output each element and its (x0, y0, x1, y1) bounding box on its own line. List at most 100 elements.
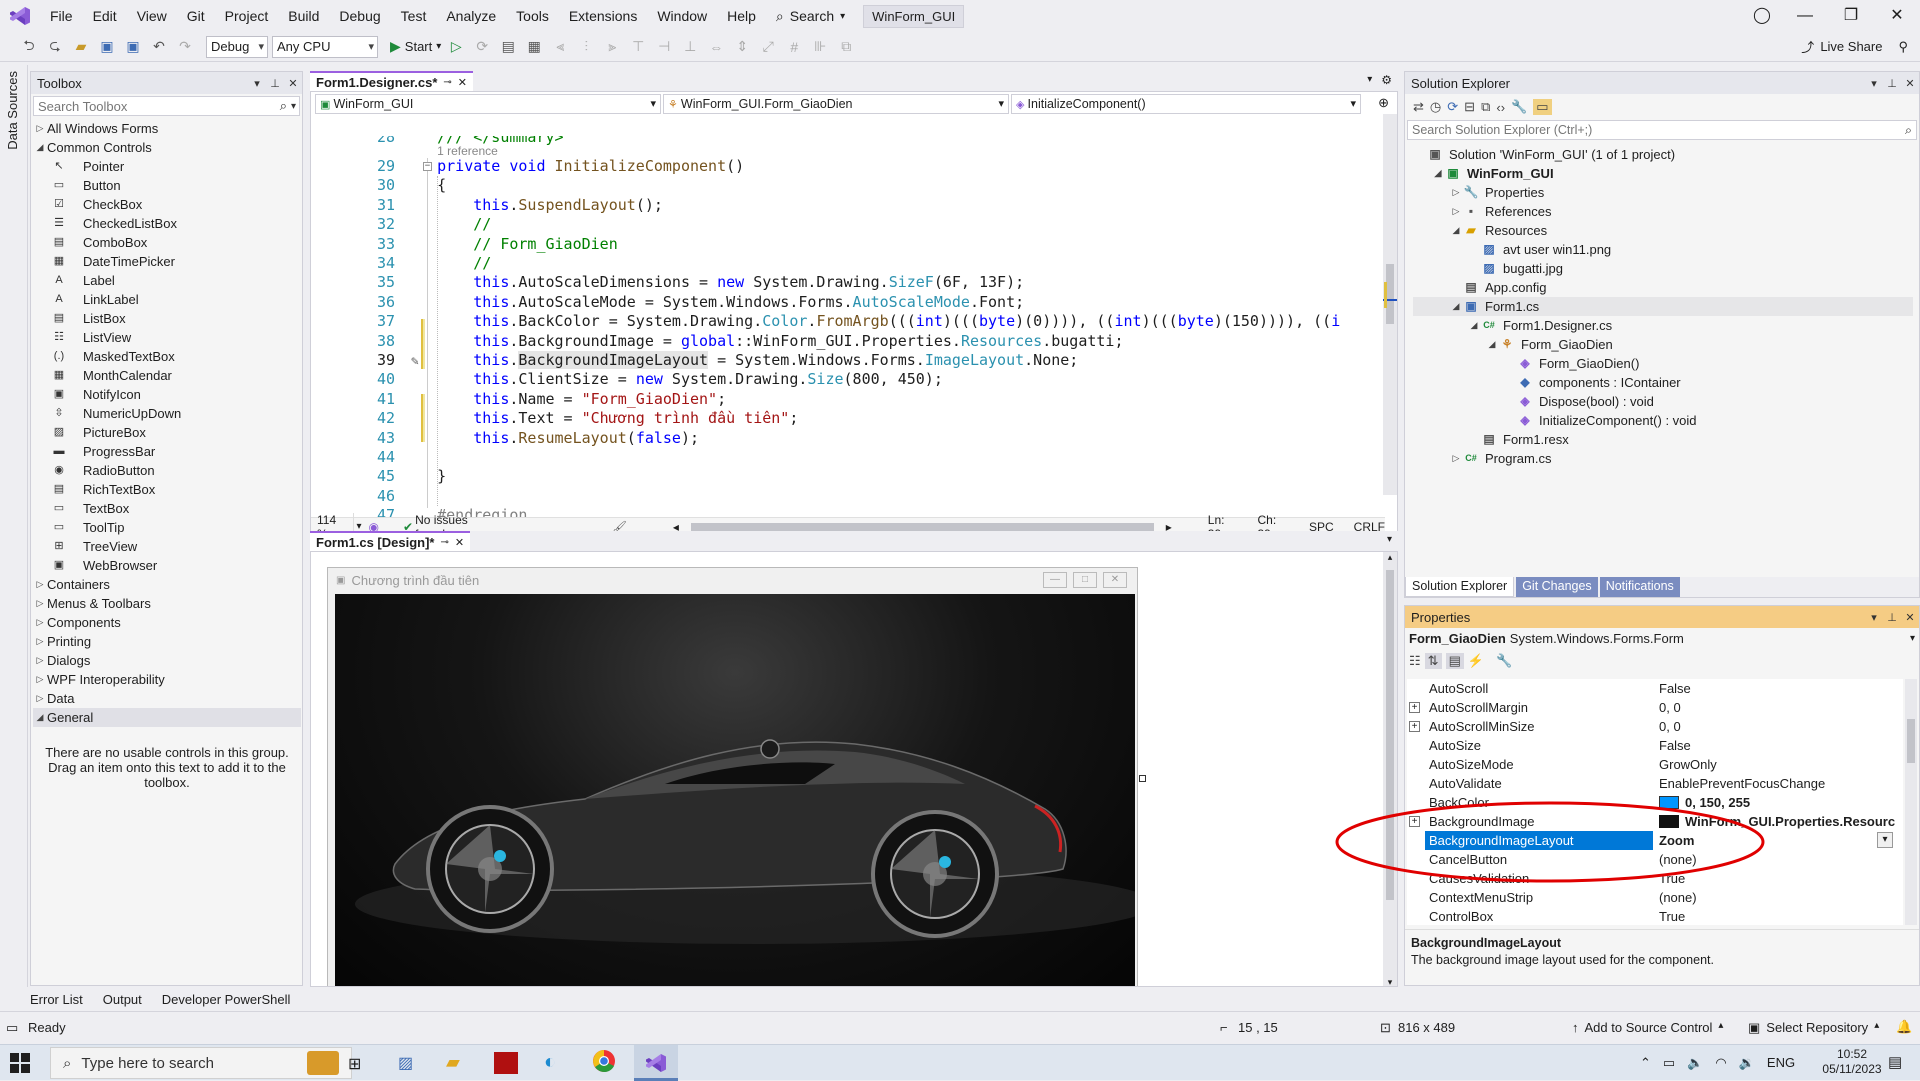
toolbox-search-input[interactable]: Search Toolbox ⌕ ▾ (33, 96, 300, 116)
task-view-icon[interactable]: ⊞ (348, 1054, 361, 1074)
edge-browser-icon[interactable]: ◐ (544, 1051, 556, 1074)
property-value[interactable]: EnablePreventFocusChange (1655, 774, 1895, 793)
toolbox-group[interactable]: ▷ Menus & Toolbars (33, 594, 301, 613)
menu-item[interactable]: Git (177, 0, 215, 32)
toolbox-icon[interactable]: ▤ (497, 36, 519, 58)
code-editor[interactable]: ▣ WinForm_GUI ⚘ WinForm_GUI.Form_GiaoDie… (310, 91, 1398, 541)
panel-tab[interactable]: Notifications (1599, 577, 1680, 597)
restore-button[interactable]: ❐ (1828, 0, 1874, 32)
sync-icon[interactable]: ⟳ (1447, 99, 1458, 115)
windows-start-icon[interactable] (10, 1053, 30, 1073)
property-value[interactable]: (none) (1655, 888, 1895, 907)
property-row[interactable]: AutoSize False (1407, 736, 1901, 755)
start-button[interactable]: ▶ Start ▾ (390, 38, 441, 55)
close-button[interactable]: ✕ (1874, 0, 1920, 32)
start-without-debugging-icon[interactable]: ▷ (445, 36, 467, 58)
expand-icon[interactable]: ◢ (1485, 335, 1499, 354)
quick-action-icon[interactable]: ✎ (411, 354, 419, 369)
save-all-icon[interactable]: ▣ (122, 36, 144, 58)
codelens-label[interactable]: 1 reference (437, 144, 498, 158)
toolbox-item[interactable]: ▤ ComboBox (33, 233, 301, 252)
redo-icon[interactable]: ↷ (174, 36, 196, 58)
property-value[interactable]: GrowOnly (1655, 755, 1895, 774)
toolbox-item[interactable]: ▦ MonthCalendar (33, 366, 301, 385)
same-height-icon[interactable]: ⇕ (731, 36, 753, 58)
collapse-icon[interactable]: − (423, 162, 432, 171)
tray-chevron-up-icon[interactable]: ⌃ (1640, 1055, 1651, 1071)
menu-item[interactable]: Window (647, 0, 717, 32)
close-icon[interactable]: ✕ (1901, 611, 1919, 624)
chevron-down-icon[interactable]: ▾ (1865, 77, 1883, 90)
codelens[interactable]: 1 reference (311, 143, 498, 158)
menu-item[interactable]: File (40, 0, 83, 32)
taskbar-search-input[interactable]: ⌕ Type here to search (50, 1047, 352, 1079)
expand-icon[interactable]: ◢ (1431, 164, 1445, 183)
switch-views-icon[interactable]: ⇄ (1413, 99, 1424, 115)
align-top-icon[interactable]: ⊤ (627, 36, 649, 58)
visual-studio-logo-icon[interactable] (0, 0, 40, 32)
toolbox-item[interactable]: ▦ DateTimePicker (33, 252, 301, 271)
toolbox-item[interactable]: ▭ Button (33, 176, 301, 195)
expand-icon[interactable]: ▷ (1449, 183, 1463, 202)
nav-class-dropdown[interactable]: ⚘ WinForm_GUI.Form_GiaoDien (663, 94, 1009, 114)
tool-window-tab[interactable]: Developer PowerShell (162, 992, 291, 1007)
scroll-down-icon[interactable]: ▾ (1383, 977, 1397, 986)
solution-tree-item[interactable]: ▤ App.config (1413, 278, 1913, 297)
solution-tree-item[interactable]: ▷ C# Program.cs (1413, 449, 1913, 468)
solution-tree-item[interactable]: ◢ ▣ WinForm_GUI (1413, 164, 1913, 183)
visual-studio-taskbar-icon[interactable] (634, 1045, 678, 1081)
split-editor-icon[interactable]: ⊕ (1378, 95, 1389, 111)
solution-tree-item[interactable]: ◈ Dispose(bool) : void (1413, 392, 1913, 411)
speaker-icon[interactable]: 🔉 (1739, 1055, 1755, 1071)
properties-wrench-icon[interactable]: 🔧 (1511, 99, 1527, 115)
scrollbar-thumb[interactable] (1907, 719, 1915, 763)
close-icon[interactable]: ✕ (455, 536, 464, 549)
property-row[interactable]: AutoSizeMode GrowOnly (1407, 755, 1901, 774)
toolbox-group[interactable]: ▷ Dialogs (33, 651, 301, 670)
designed-form[interactable]: ▣ Chương trình đầu tiên — □ ✕ (327, 567, 1138, 986)
solution-tree-item[interactable]: ▣ Solution 'WinForm_GUI' (1 of 1 project) (1413, 145, 1913, 164)
toolbox-group[interactable]: ▷ Printing (33, 632, 301, 651)
property-value[interactable]: False (1655, 736, 1895, 755)
code-area[interactable]: 28 /// </summary> 1 reference 29 private… (311, 136, 1375, 517)
align-left-icon[interactable]: ⫷ (549, 36, 571, 58)
toolbox-item[interactable]: ▭ TextBox (33, 499, 301, 518)
menu-item[interactable]: Analyze (436, 0, 506, 32)
property-row[interactable]: ContextMenuStrip (none) (1407, 888, 1901, 907)
pin-icon[interactable]: ⊸ (440, 537, 448, 548)
toolbox-group[interactable]: ▷ Components (33, 613, 301, 632)
chevron-down-icon[interactable]: ▾ (1865, 611, 1883, 624)
solution-tree-item[interactable]: ◢ ⚘ Form_GiaoDien (1413, 335, 1913, 354)
property-row[interactable]: ControlBox True (1407, 907, 1901, 925)
toolbox-item[interactable]: ▭ ToolTip (33, 518, 301, 537)
toolbox-item[interactable]: ▨ PictureBox (33, 423, 301, 442)
solution-tree-item[interactable]: ▨ avt user win11.png (1413, 240, 1913, 259)
hot-reload-icon[interactable]: ⟳ (471, 36, 493, 58)
toolbox-group-all-windows-forms[interactable]: ▷ All Windows Forms (33, 119, 301, 138)
settings-icon[interactable]: ⚙ (1375, 71, 1398, 91)
close-icon[interactable]: ✕ (284, 77, 302, 90)
toolbox-item[interactable]: A LinkLabel (33, 290, 301, 309)
expand-icon[interactable]: + (1409, 721, 1420, 732)
toolbox-item[interactable]: ◉ RadioButton (33, 461, 301, 480)
pin-icon[interactable]: ⊥ (266, 77, 284, 90)
save-icon[interactable]: ▣ (96, 36, 118, 58)
clock[interactable]: 10:52 05/11/2023 (1820, 1047, 1884, 1077)
app-red-icon[interactable] (494, 1052, 518, 1074)
pin-icon[interactable]: ⊥ (1883, 611, 1901, 624)
align-bottom-icon[interactable]: ⊥ (679, 36, 701, 58)
configuration-dropdown[interactable]: Debug (206, 35, 268, 58)
pending-changes-icon[interactable]: ◷ (1430, 99, 1441, 115)
align-middle-icon[interactable]: ⊣ (653, 36, 675, 58)
property-pages-icon[interactable]: 🔧 (1496, 653, 1512, 669)
minimize-button[interactable]: — (1782, 0, 1828, 32)
toolbox-group[interactable]: ▷ Containers (33, 575, 301, 594)
property-row[interactable]: + AutoScrollMargin 0, 0 (1407, 698, 1901, 717)
search-menu[interactable]: ⌕ Search ▾ (766, 8, 855, 25)
account-icon[interactable]: ◯ (1742, 0, 1782, 32)
solution-tree-item[interactable]: ◆ components : IContainer (1413, 373, 1913, 392)
wifi-icon[interactable]: ◠ (1715, 1055, 1726, 1071)
tool-window-tab[interactable]: Error List (30, 992, 83, 1007)
chrome-browser-icon[interactable] (592, 1049, 616, 1073)
toolbox-item[interactable]: ▤ ListBox (33, 309, 301, 328)
